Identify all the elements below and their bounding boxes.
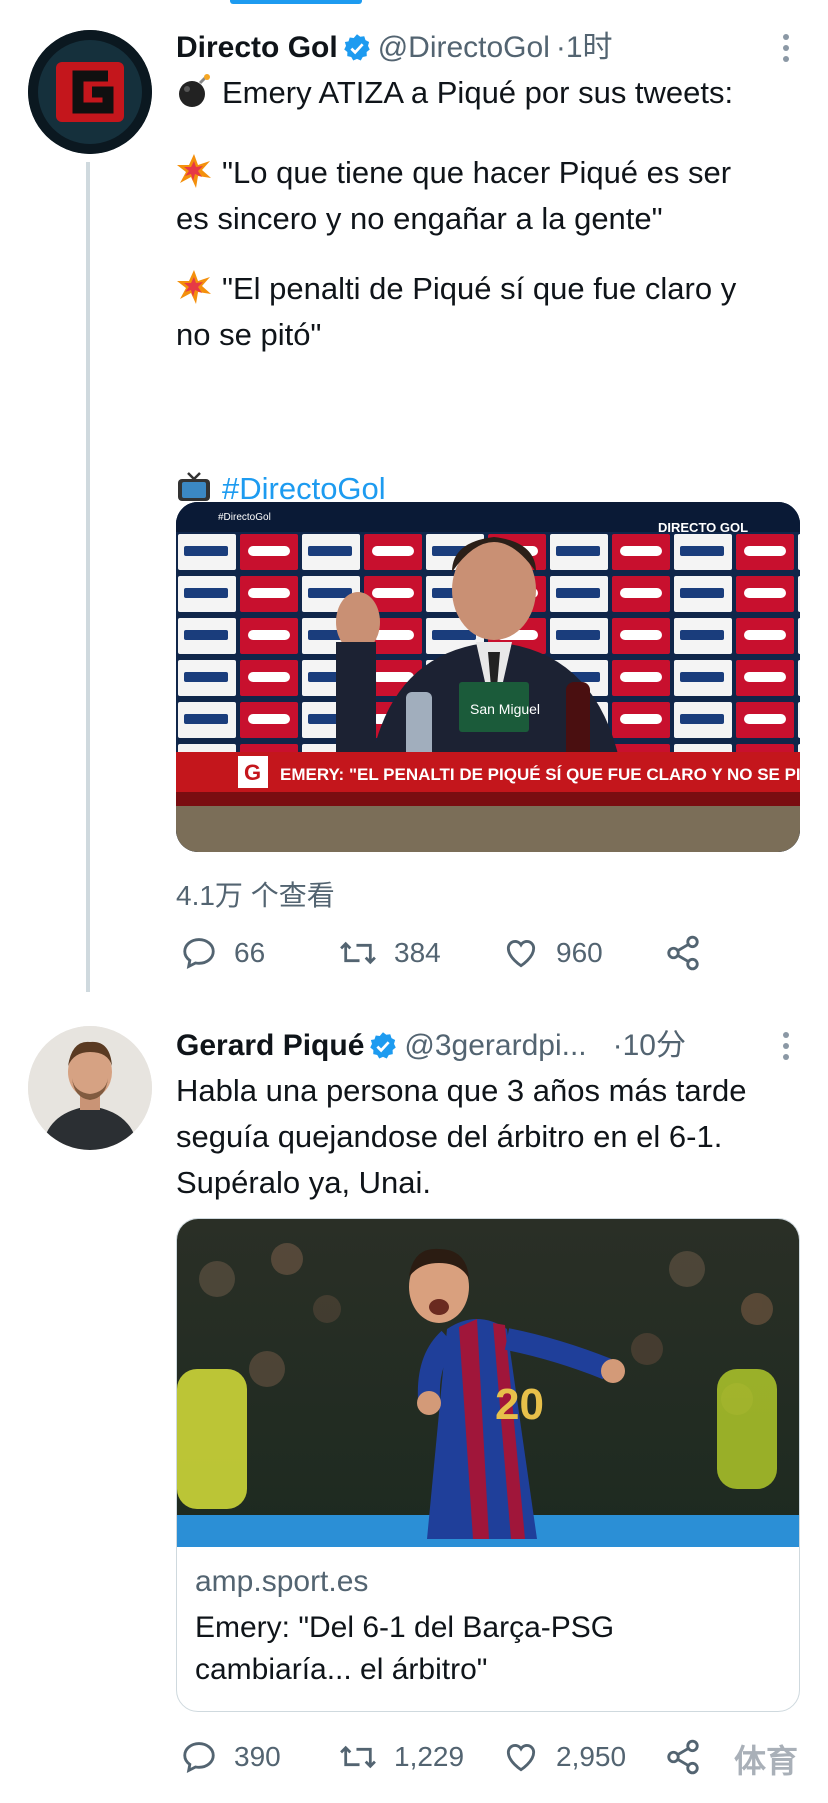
more-icon[interactable] <box>782 1032 790 1062</box>
tweet-image-press-conference[interactable]: #DirectoGol DIRECTO GOL San Miguel G EME… <box>176 502 800 852</box>
retweet-icon <box>340 941 376 965</box>
like-button[interactable]: 960 <box>502 928 603 978</box>
retweet-button[interactable]: 1,229 <box>338 1732 464 1782</box>
share-icon <box>667 935 699 971</box>
author-handle[interactable]: @3gerardpi... <box>404 1029 586 1062</box>
retweet-icon <box>340 1745 376 1769</box>
card-domain: amp.sport.es <box>195 1565 369 1598</box>
svg-text:G: G <box>244 760 261 785</box>
tweet-actions: 66 384 960 <box>176 928 736 978</box>
reply-icon <box>183 938 215 970</box>
image-caption: EMERY: "EL PENALTI DE PIQUÉ SÍ QUE FUE C… <box>280 765 800 784</box>
avatar-directo-gol[interactable] <box>28 30 152 154</box>
more-icon[interactable] <box>782 34 790 64</box>
scroll-indicator <box>230 0 362 4</box>
svg-text:20: 20 <box>495 1380 544 1429</box>
tweet-actions: 390 1,229 2,950 <box>176 1732 776 1782</box>
tweet-text-line1: Habla una persona que 3 años más tarde <box>176 1073 747 1108</box>
tweet-text-line1: Emery ATIZA a Piqué por sus tweets: <box>222 75 734 110</box>
card-title-line2: cambiaría... el árbitro" <box>195 1653 488 1686</box>
tweet-text-line2: seguía quejandose del árbitro en el 6-1. <box>176 1119 723 1154</box>
avatar-gerard-pique[interactable] <box>28 1026 152 1150</box>
tweet-header: Gerard Piqué @3gerardpi... ·10分 <box>176 1024 800 1068</box>
like-icon <box>506 940 536 968</box>
verified-icon <box>343 34 370 61</box>
like-icon <box>506 1744 536 1772</box>
reply-icon <box>183 1742 215 1774</box>
quote-1-line-1: "Lo que tiene que hacer Piqué es ser <box>222 155 732 190</box>
reply-count: 390 <box>234 1741 281 1772</box>
time-separator: · <box>555 31 566 64</box>
pique-avatar-photo <box>28 1026 152 1150</box>
hashtag-link[interactable]: #DirectoGol <box>222 471 386 506</box>
retweet-count: 1,229 <box>394 1741 465 1772</box>
reply-button[interactable]: 390 <box>180 1732 281 1782</box>
tweet-text: Habla una persona que 3 años más tarde s… <box>176 1068 746 1206</box>
card-title: Emery: "Del 6-1 del Barça-PSG cambiaría.… <box>195 1607 614 1691</box>
press-conference-photo: #DirectoGol DIRECTO GOL San Miguel G EME… <box>176 502 800 852</box>
collision-icon <box>177 270 211 304</box>
tweet-quote-2: "El penalti de Piqué sí que fue claro y … <box>176 266 736 358</box>
card-image-celebration: 20 <box>177 1219 799 1547</box>
verified-icon <box>370 1032 397 1059</box>
share-button[interactable] <box>664 928 718 978</box>
board-word: San Miguel <box>470 701 540 717</box>
directo-gol-logo <box>28 30 152 154</box>
reply-count: 66 <box>234 937 266 968</box>
retweet-button[interactable]: 384 <box>338 928 441 978</box>
quote-2-line-1: "El penalti de Piqué sí que fue claro y <box>222 271 737 306</box>
collision-icon <box>177 154 211 188</box>
retweet-count: 384 <box>394 937 441 968</box>
quote-2-line-2: no se pitó" <box>176 317 322 352</box>
share-icon <box>667 1739 699 1775</box>
tweet-directo-gol[interactable]: Directo Gol @DirectoGol ·1时 Emery ATIZA a … <box>176 26 800 911</box>
tweet-text-line3: Supéralo ya, Unai. <box>176 1165 432 1200</box>
card-title-line1: Emery: "Del 6-1 del Barça-PSG <box>195 1611 615 1644</box>
author-name[interactable]: Directo Gol <box>176 31 338 64</box>
tweet-quote-1: "Lo que tiene que hacer Piqué es ser es … <box>176 150 731 242</box>
like-count: 960 <box>556 937 603 968</box>
tweet-time[interactable]: 1时 <box>566 31 613 64</box>
tweet-header: Directo Gol @DirectoGol ·1时 <box>176 26 800 70</box>
share-button[interactable] <box>664 1732 718 1782</box>
author-name[interactable]: Gerard Piqué <box>176 1029 364 1062</box>
quote-1-line-2: es sincero y no engañar a la gente" <box>176 201 663 236</box>
author-handle[interactable]: @DirectoGol <box>378 31 550 64</box>
tv-icon <box>178 472 210 501</box>
reply-button[interactable]: 66 <box>180 928 265 978</box>
bomb-icon <box>179 74 210 107</box>
time-separator: · <box>612 1029 623 1062</box>
like-button[interactable]: 2,950 <box>502 1732 626 1782</box>
like-count: 2,950 <box>556 1741 627 1772</box>
image-corner-tag: #DirectoGol <box>218 512 271 523</box>
view-count[interactable]: 4.1万 个查看 <box>176 874 335 914</box>
link-card[interactable]: 20 amp.sport.es Emery: "Del 6-1 del Barç… <box>176 1218 800 1712</box>
image-logo-text: DIRECTO GOL <box>658 520 748 535</box>
thread-connector <box>86 162 90 992</box>
tweet-line: Emery ATIZA a Piqué por sus tweets: <box>176 70 733 116</box>
tweet-time[interactable]: 10分 <box>623 1029 686 1062</box>
watermark: 体育 <box>734 1743 799 1779</box>
